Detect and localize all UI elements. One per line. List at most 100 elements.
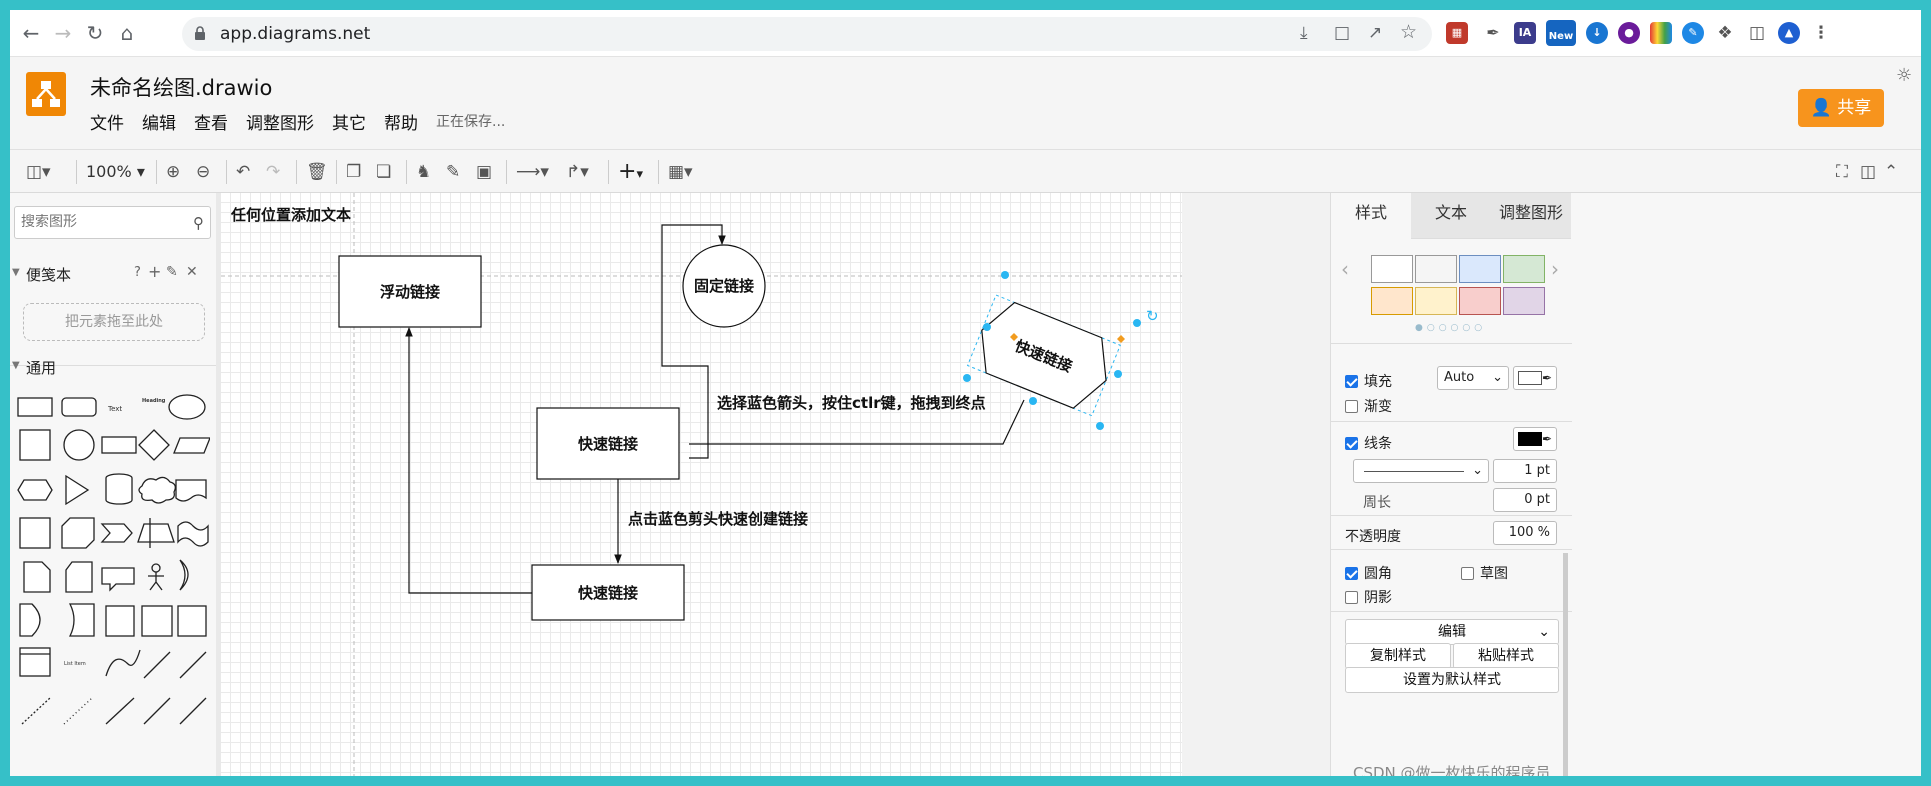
scratchpad-header[interactable]: ▼ 便笺本 ? + ✎ ✕ (10, 259, 218, 289)
search-icon[interactable]: ⚲ (193, 214, 204, 232)
forward-icon[interactable]: → (50, 20, 76, 46)
annotation-click-arrow[interactable]: 点击蓝色剪头快速创建链接 (628, 510, 808, 528)
diagram-canvas[interactable]: 快速链接 ↻ 任何位置添加文本 浮动链接 固定链接 快速链接 快速链接 选择蓝色… (221, 193, 1330, 776)
eyedropper-icon[interactable]: ✒ (1482, 22, 1504, 44)
shape-search-input[interactable] (21, 214, 181, 230)
shape-list-item[interactable]: List Item (64, 661, 86, 667)
general-header[interactable]: ▼ 通用 (10, 353, 218, 383)
document-title[interactable]: 未命名绘图.drawio (90, 72, 272, 102)
style-swatch-white[interactable] (1371, 255, 1413, 283)
shape-text[interactable]: Text (107, 405, 122, 413)
shape-directional-connector[interactable] (179, 697, 207, 725)
download-extension-icon[interactable]: ↓ (1586, 22, 1608, 44)
resize-handle[interactable] (1096, 422, 1104, 430)
shape-bidirectional-arrow[interactable] (143, 651, 171, 679)
back-icon[interactable]: ← (18, 20, 44, 46)
puzzle-icon[interactable]: ❖ (1714, 22, 1736, 44)
settings-icon[interactable]: ☼ (1896, 65, 1912, 86)
ia-extension-icon[interactable]: IA (1514, 22, 1536, 44)
waypoints-icon[interactable]: ↱▾ (566, 160, 589, 184)
style-swatch-purple[interactable] (1503, 287, 1545, 315)
shape-card[interactable] (65, 561, 93, 593)
fill-mode-select[interactable]: Auto ⌄ (1437, 366, 1509, 390)
shape-callout[interactable] (101, 567, 135, 592)
panels-toggle-icon[interactable]: ◫▾ (26, 160, 51, 184)
style-swatch-red[interactable] (1459, 287, 1501, 315)
set-default-style-button[interactable]: 设置为默认样式 (1345, 667, 1559, 693)
extension-icon-1[interactable]: ▦ (1446, 22, 1468, 44)
resize-handle[interactable] (1133, 319, 1141, 327)
style-swatch-blue[interactable] (1459, 255, 1501, 283)
palette-extension-icon[interactable] (1650, 22, 1672, 44)
style-swatch-orange[interactable] (1371, 287, 1413, 315)
shape-triangle[interactable] (65, 474, 90, 506)
shadow-checkbox[interactable] (1345, 591, 1358, 604)
shape-cloud[interactable] (138, 476, 176, 504)
shape-actor[interactable] (151, 563, 161, 573)
chevron-left-icon[interactable]: ‹ (1341, 257, 1349, 281)
rotate-icon[interactable]: ↻ (1146, 307, 1159, 325)
close-icon[interactable]: ✕ (186, 264, 198, 280)
shape-trapezoid[interactable] (137, 523, 175, 543)
menu-edit[interactable]: 编辑 (142, 109, 176, 134)
shape-cube[interactable] (61, 517, 95, 549)
shape-rounded-rectangle[interactable] (61, 397, 97, 417)
home-icon[interactable]: ⌂ (114, 20, 140, 46)
share-button[interactable]: 👤 共享 (1798, 89, 1884, 127)
shape-tape[interactable] (177, 521, 209, 547)
menu-view[interactable]: 查看 (194, 109, 228, 134)
canvas-title-text[interactable]: 任何位置添加文本 (230, 206, 351, 224)
shape-swimlane[interactable] (141, 605, 173, 637)
shape-delay[interactable] (19, 603, 41, 637)
color-extension-icon[interactable]: ● (1618, 22, 1640, 44)
shape-rectangle[interactable] (17, 397, 53, 417)
edge-quick2-to-floating[interactable] (405, 327, 540, 594)
address-bar[interactable]: app.diagrams.net ⤓ □ ↗ ☆ (182, 17, 1432, 51)
style-swatch-yellow[interactable] (1415, 287, 1457, 315)
share-page-icon[interactable]: ↗ (1368, 23, 1382, 43)
shape-container[interactable] (105, 605, 135, 637)
shape-list[interactable] (19, 647, 51, 677)
fill-color-picker[interactable]: ✒ (1513, 366, 1557, 390)
shape-internal-storage[interactable] (19, 517, 51, 549)
tab-arrange[interactable]: 调整图形 (1491, 193, 1571, 239)
zoom-out-icon[interactable]: ⊖ (196, 160, 210, 184)
table-icon[interactable]: ▦▾ (668, 160, 693, 184)
star-icon[interactable]: ☆ (1400, 21, 1417, 43)
shape-square[interactable] (19, 429, 51, 461)
pen-extension-icon[interactable]: ✎ (1682, 22, 1704, 44)
resize-handle[interactable] (983, 323, 991, 331)
page-icon[interactable]: □ (1334, 23, 1350, 43)
shape-line[interactable] (105, 697, 135, 725)
to-front-icon[interactable]: ❐ (346, 160, 361, 184)
zoom-in-icon[interactable]: ⊕ (166, 160, 180, 184)
shape-circle[interactable] (63, 429, 95, 461)
resize-handle[interactable] (1114, 370, 1122, 378)
perimeter-input[interactable]: 0 pt (1493, 488, 1557, 512)
shape-or[interactable] (179, 559, 189, 591)
menu-arrange[interactable]: 调整图形 (246, 109, 314, 134)
fill-checkbox[interactable] (1345, 375, 1358, 388)
style-swatch-gray[interactable] (1415, 255, 1457, 283)
resize-handle[interactable] (963, 374, 971, 382)
shape-bidirectional-connector[interactable] (143, 697, 171, 725)
edit-icon[interactable]: ✎ (166, 264, 178, 280)
shape-ellipse[interactable] (168, 394, 206, 420)
line-pattern-select[interactable]: ⌄ (1353, 459, 1489, 483)
connection-icon[interactable]: ⟶▾ (516, 160, 549, 184)
style-swatch-green[interactable] (1503, 255, 1545, 283)
resize-handle[interactable] (1029, 397, 1037, 405)
new-extension-icon[interactable]: New (1546, 20, 1576, 46)
menu-dots-icon[interactable]: ⋮ (1810, 22, 1832, 44)
fill-color-icon[interactable]: ♞ (416, 160, 431, 184)
line-color-picker[interactable]: ✒ (1513, 427, 1557, 451)
avatar[interactable]: ▲ (1778, 22, 1800, 44)
shape-stored-data[interactable] (68, 603, 95, 637)
install-icon[interactable]: ⤓ (1300, 23, 1308, 43)
shape-arrow[interactable] (179, 651, 207, 679)
shape-vertical-container[interactable] (177, 605, 207, 637)
shape-textbox[interactable]: Heading (142, 398, 166, 404)
tab-text[interactable]: 文本 (1411, 193, 1491, 239)
line-width-input[interactable]: 1 pt (1493, 459, 1557, 483)
paste-style-button[interactable]: 粘贴样式 (1453, 643, 1559, 669)
